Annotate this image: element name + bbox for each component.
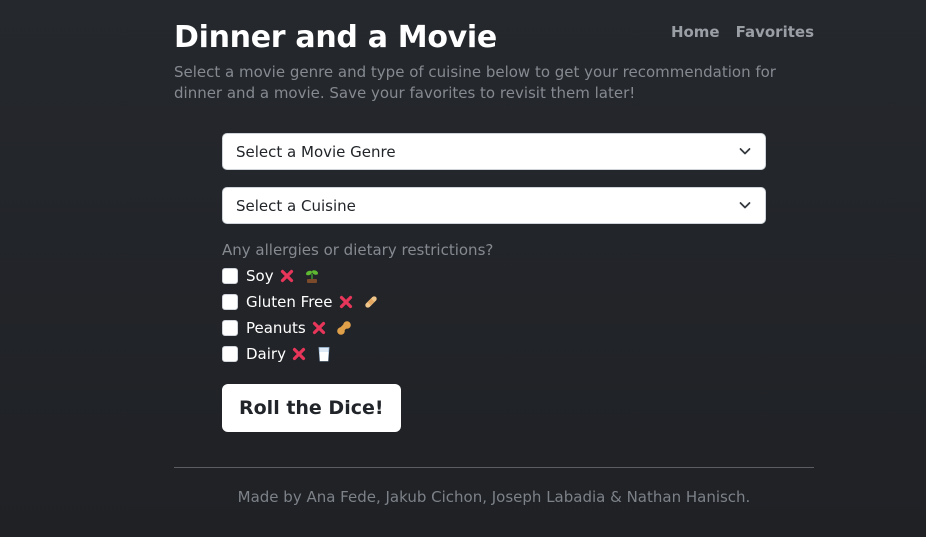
seedling-icon <box>305 270 318 283</box>
soy-checkbox[interactable] <box>222 268 238 284</box>
chevron-down-icon <box>739 148 751 155</box>
nav-home-link[interactable]: Home <box>671 23 720 41</box>
cross-mark-icon <box>292 347 306 361</box>
header: Dinner and a Movie Home Favorites <box>174 18 814 58</box>
milk-glass-icon <box>318 347 330 362</box>
recommendation-form: Select a Movie Genre Select a Cuisine An… <box>222 133 766 432</box>
footer-divider <box>174 467 814 468</box>
page: Dinner and a Movie Home Favorites Select… <box>0 0 926 537</box>
cross-mark-icon <box>339 295 352 309</box>
nav-favorites-link[interactable]: Favorites <box>736 23 814 41</box>
movie-genre-select-value: Select a Movie Genre <box>236 143 396 161</box>
chevron-down-icon <box>739 202 751 209</box>
option-soy: Soy <box>222 263 766 289</box>
top-nav: Home Favorites <box>671 23 814 41</box>
peanut-icon <box>336 321 351 335</box>
option-peanuts: Peanuts <box>222 315 766 341</box>
option-dairy: Dairy <box>222 341 766 367</box>
cross-mark-icon <box>312 321 325 335</box>
roll-the-dice-button[interactable]: Roll the Dice! <box>222 384 401 432</box>
dietary-question: Any allergies or dietary restrictions? <box>222 241 494 259</box>
gluten-free-label: Gluten Free <box>246 293 333 311</box>
cuisine-select-value: Select a Cuisine <box>236 197 356 215</box>
dairy-label: Dairy <box>246 345 286 363</box>
gluten-free-checkbox[interactable] <box>222 294 238 310</box>
peanuts-checkbox[interactable] <box>222 320 238 336</box>
cuisine-select[interactable]: Select a Cuisine <box>222 187 766 224</box>
option-gluten-free: Gluten Free <box>222 289 766 315</box>
footer-credits: Made by Ana Fede, Jakub Cichon, Joseph L… <box>237 488 751 506</box>
bandage-icon <box>364 296 377 308</box>
page-subtitle: Select a movie genre and type of cuisine… <box>174 63 776 102</box>
dairy-checkbox[interactable] <box>222 346 238 362</box>
cross-mark-icon <box>280 269 293 283</box>
soy-label: Soy <box>246 267 274 285</box>
movie-genre-select[interactable]: Select a Movie Genre <box>222 133 766 170</box>
peanuts-label: Peanuts <box>246 319 306 337</box>
